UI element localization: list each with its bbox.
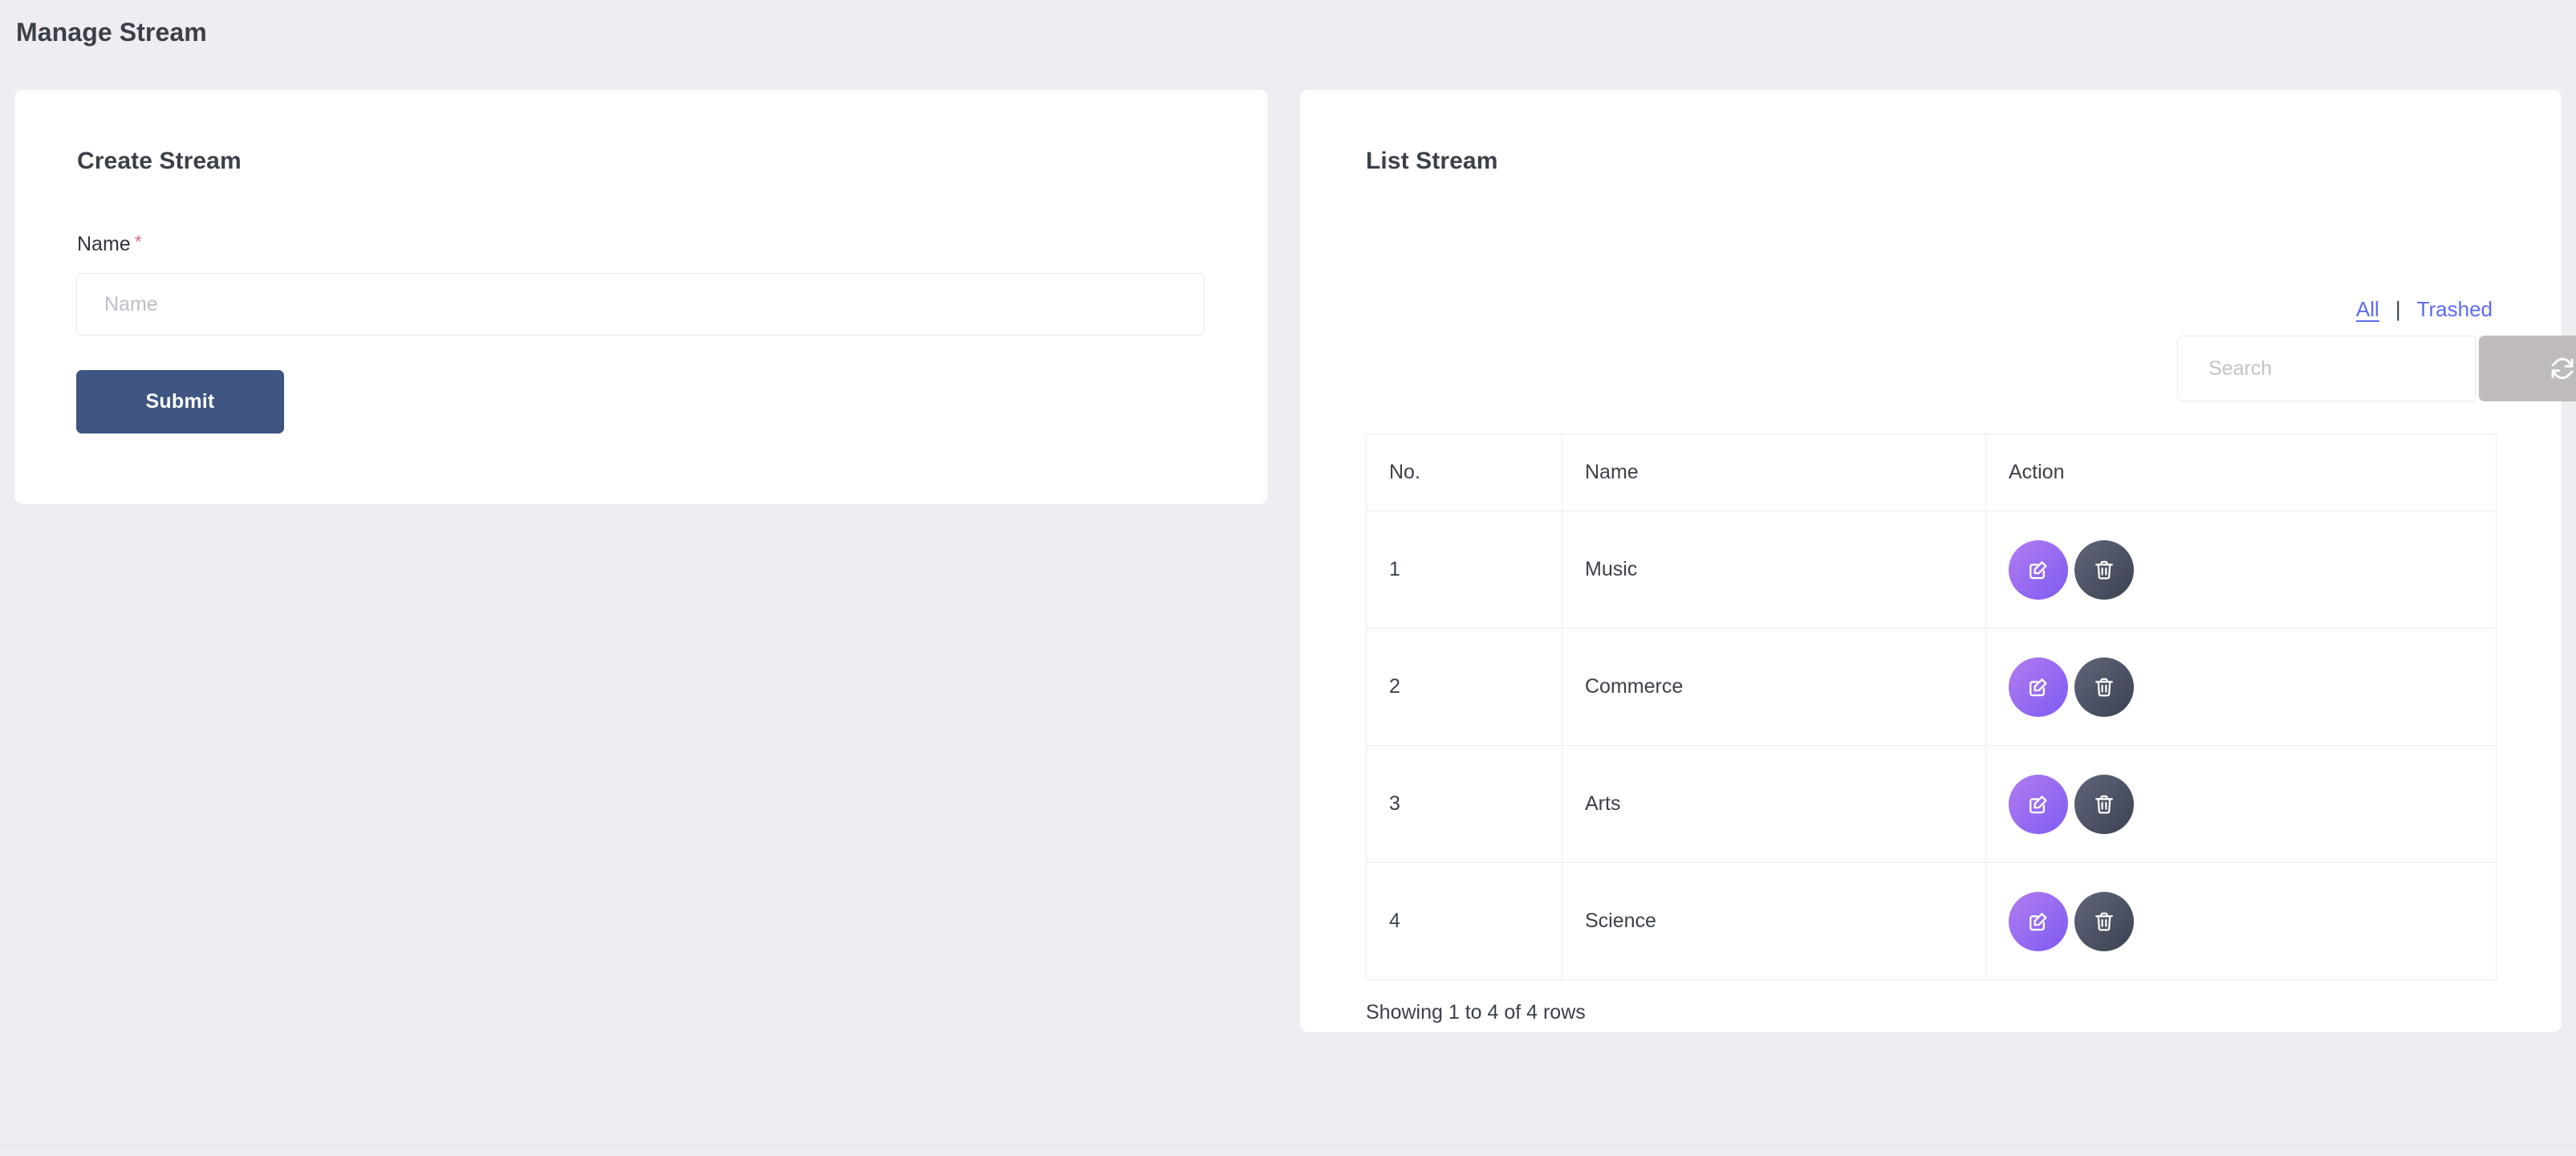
row-action-group bbox=[2009, 539, 2473, 600]
list-stream-card: List Stream All | Trashed Search No. Nam… bbox=[1300, 90, 2576, 1032]
trash-icon bbox=[2093, 793, 2115, 816]
list-stream-heading: List Stream bbox=[1366, 148, 1498, 174]
edit-pencil-icon bbox=[2026, 675, 2050, 699]
row-action-group bbox=[2009, 891, 2473, 951]
cell-name: Commerce bbox=[1562, 628, 1986, 746]
row-action-group bbox=[2009, 774, 2473, 834]
cell-no: 1 bbox=[1366, 511, 1562, 629]
edit-pencil-icon bbox=[2026, 792, 2050, 816]
cell-no: 4 bbox=[1366, 862, 1562, 980]
edit-row-button[interactable] bbox=[2009, 774, 2068, 834]
column-header-no: No. bbox=[1366, 434, 1562, 511]
edit-row-button[interactable] bbox=[2009, 539, 2068, 600]
filter-separator: | bbox=[2395, 297, 2401, 321]
refresh-button[interactable] bbox=[2529, 348, 2576, 389]
cell-action bbox=[1985, 745, 2497, 863]
row-action-group bbox=[2009, 657, 2473, 717]
edit-row-button[interactable] bbox=[2009, 891, 2068, 951]
filter-links: All | Trashed bbox=[2353, 297, 2496, 322]
trash-icon bbox=[2093, 676, 2115, 698]
required-asterisk: * bbox=[134, 231, 142, 252]
table-row: 4 Science bbox=[1366, 862, 2497, 980]
table-row-count: Showing 1 to 4 of 4 rows bbox=[1366, 1001, 1586, 1024]
delete-row-button[interactable] bbox=[2074, 657, 2134, 717]
cell-no: 3 bbox=[1366, 745, 1562, 863]
page-root: Manage Stream Create Stream Name* Submit… bbox=[0, 0, 2576, 1156]
edit-pencil-icon bbox=[2026, 910, 2050, 934]
table-head: No. Name Action bbox=[1366, 434, 2497, 511]
cell-name: Arts bbox=[1562, 745, 1986, 863]
page-title: Manage Stream bbox=[16, 18, 207, 47]
table-header-row: No. Name Action bbox=[1366, 434, 2497, 511]
create-stream-heading: Create Stream bbox=[77, 148, 242, 174]
submit-button[interactable]: Submit bbox=[76, 370, 284, 434]
filter-link-all[interactable]: All bbox=[2353, 297, 2383, 322]
delete-row-button[interactable] bbox=[2074, 774, 2134, 834]
cell-no: 2 bbox=[1366, 628, 1562, 746]
edit-pencil-icon bbox=[2026, 558, 2050, 582]
name-label-text: Name bbox=[77, 233, 131, 255]
filter-link-trashed[interactable]: Trashed bbox=[2414, 297, 2496, 322]
edit-row-button[interactable] bbox=[2009, 657, 2068, 717]
table-body: 1 Music 2 Commerce 3 Arts 4 Science bbox=[1366, 511, 2497, 980]
toolbar-button-group bbox=[2479, 336, 2576, 401]
column-header-name: Name bbox=[1562, 434, 1986, 511]
table-row: 3 Arts bbox=[1366, 745, 2497, 863]
table-row: 2 Commerce bbox=[1366, 628, 2497, 746]
search-input[interactable] bbox=[2177, 336, 2476, 401]
name-field-label: Name * bbox=[77, 233, 142, 256]
cell-action bbox=[1985, 628, 2497, 746]
column-header-action: Action bbox=[1985, 434, 2497, 511]
trash-icon bbox=[2093, 910, 2115, 933]
table-toolbar bbox=[2177, 336, 2576, 401]
name-input[interactable] bbox=[76, 273, 1205, 336]
table-row: 1 Music bbox=[1366, 511, 2497, 629]
cell-name: Science bbox=[1562, 862, 1986, 980]
delete-row-button[interactable] bbox=[2074, 891, 2134, 951]
cell-action bbox=[1985, 511, 2497, 629]
trash-icon bbox=[2093, 559, 2115, 581]
cell-action bbox=[1985, 862, 2497, 980]
stream-table: No. Name Action 1 Music 2 Commerce 3 Art… bbox=[1366, 434, 2497, 980]
refresh-icon bbox=[2550, 356, 2575, 381]
delete-row-button[interactable] bbox=[2074, 539, 2134, 600]
cell-name: Music bbox=[1562, 511, 1986, 629]
